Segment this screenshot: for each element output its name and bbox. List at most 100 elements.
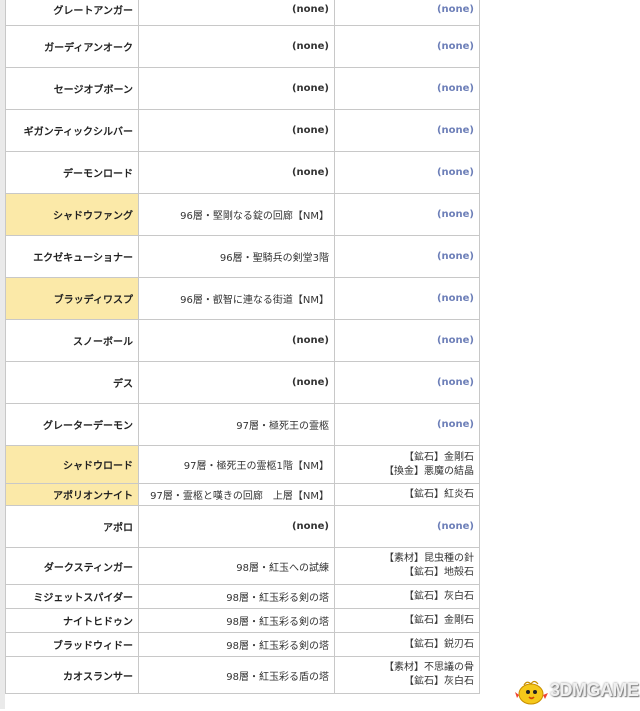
drop-cell: (none) [334,235,480,278]
drop-cell: 【鉱石】紅炎石 [334,483,480,506]
monster-name-cell: デーモンロード [5,151,139,194]
drop-item: 【鉱石】鋭刃石 [404,638,474,650]
drop-item: (none) [436,40,474,52]
drop-cell: (none) [334,151,480,194]
drop-cell: (none) [334,193,480,236]
monster-name-cell: ブラッディワスプ [5,277,139,320]
drop-cell: 【素材】昆虫種の針【鉱石】地殻石 [334,547,480,585]
drop-cell: (none) [334,109,480,152]
monster-name-cell: デス [5,361,139,404]
monster-name-cell: ギガンティックシルバー [5,109,139,152]
drop-cell: (none) [334,505,480,548]
table-row: ギガンティックシルバー (none) (none) [5,109,480,152]
drop-cell: (none) [334,277,480,320]
drop-item: 【素材】不思議の骨 [384,662,474,673]
drop-item: (none) [436,124,474,136]
drop-cell: (none) [334,361,480,404]
monster-name-cell: シャドウファング [5,193,139,236]
monster-name-cell: ナイトヒドゥン [5,608,139,633]
drop-cell: 【素材】不思議の骨【鉱石】灰白石 [334,656,480,694]
drop-item: 【鉱石】地殻石 [404,567,474,578]
drop-cell: 【鉱石】鋭刃石 [334,632,480,657]
table-row: ガーディアンオーク (none) (none) [5,25,480,68]
monster-name-cell: ダークスティンガー [5,547,139,585]
location-cell: 97層・極死王の霊柩 [138,403,335,446]
drop-item: (none) [436,250,474,262]
location-cell: (none) [138,109,335,152]
monster-name-cell: ガーディアンオーク [5,25,139,68]
page-margin-right [477,0,640,709]
monster-name-cell: グレーターデーモン [5,403,139,446]
location-cell: 97層・霊柩と嘆きの回廊 上層【NM】 [138,483,335,506]
table-row: ナイトヒドゥン 98層・紅玉彩る剣の塔 【鉱石】金剛石 [5,608,480,633]
table-row: ダークスティンガー 98層・紅玉への試練 【素材】昆虫種の針 【鉱石】地殻石 [5,547,480,585]
drop-cell: (none) [334,25,480,68]
table-row: エクゼキューショナー 96層・聖騎兵の剣堂3階 (none) [5,235,480,278]
monster-name-cell: シャドウロード [5,445,139,484]
drop-item: (none) [436,82,474,94]
drop-item: 【鉱石】紅炎石 [404,488,474,500]
monster-name-cell: ブラッドウィドー [5,632,139,657]
drop-cell: (none) [334,0,480,26]
location-cell: (none) [138,67,335,110]
drop-cell: 【鉱石】金剛石 [334,608,480,633]
monster-name-cell: エクゼキューショナー [5,235,139,278]
table-row: シャドウロード 97層・極死王の霊柩1階【NM】 【鉱石】金剛石 【換金】悪魔の結晶 [5,445,480,484]
drop-item: 【鉱石】灰白石 [404,590,474,602]
location-cell: (none) [138,25,335,68]
table-row: アポリオンナイト 97層・霊柩と嘆きの回廊 上層【NM】 【鉱石】紅炎石 [5,483,480,506]
location-cell: (none) [138,0,335,26]
drop-cell: (none) [334,403,480,446]
location-cell: (none) [138,319,335,362]
chick-logo-icon [514,675,550,707]
location-cell: (none) [138,361,335,404]
location-cell: 98層・紅玉彩る剣の塔 [138,584,335,609]
drop-item: (none) [436,292,474,304]
drop-item: (none) [436,166,474,178]
drop-item: 【鉱石】金剛石 [404,614,474,626]
location-cell: 98層・紅玉への試練 [138,547,335,585]
drop-item: (none) [436,376,474,388]
location-cell: 98層・紅玉彩る剣の塔 [138,632,335,657]
table-row: デーモンロード (none) (none) [5,151,480,194]
watermark: 3DMGAME [514,672,640,709]
table-row: ブラッディワスプ 96層・叡智に連なる街道【NM】 (none) [5,277,480,320]
drop-cell: 【鉱石】金剛石【換金】悪魔の結晶 [334,445,480,484]
table-row: ブラッドウィドー 98層・紅玉彩る剣の塔 【鉱石】鋭刃石 [5,632,480,657]
drop-item: 【鉱石】灰白石 [404,676,474,687]
location-cell: 96層・聖騎兵の剣堂3階 [138,235,335,278]
location-cell: (none) [138,151,335,194]
monster-name-cell: ミジェットスパイダー [5,584,139,609]
monster-name-cell: スノーボール [5,319,139,362]
table-row: グレーターデーモン 97層・極死王の霊柩 (none) [5,403,480,446]
location-cell: 96層・叡智に連なる街道【NM】 [138,277,335,320]
monster-name-cell: グレートアンガー [5,0,139,26]
drop-item: (none) [436,208,474,220]
location-cell: (none) [138,505,335,548]
drop-item: 【鉱石】金剛石 [404,451,474,463]
drop-item: (none) [436,334,474,346]
drop-item: (none) [436,3,474,15]
location-cell: 97層・極死王の霊柩1階【NM】 [138,445,335,484]
monster-name-cell: アポロ [5,505,139,548]
table-row: デス (none) (none) [5,361,480,404]
drop-item: (none) [436,520,474,532]
drop-item: 【素材】昆虫種の針 [384,553,474,564]
monster-table-body: グレートアンガー (none) (none) ガーディアンオーク (none) (none… [5,0,480,694]
drop-cell: (none) [334,319,480,362]
location-cell: 98層・紅玉彩る剣の塔 [138,608,335,633]
monster-name-cell: カオスランサー [5,656,139,694]
watermark-text: 3DMGAME [550,680,639,700]
table-row: ミジェットスパイダー 98層・紅玉彩る剣の塔 【鉱石】灰白石 [5,584,480,609]
monster-name-cell: セージオブボーン [5,67,139,110]
table-row: スノーボール (none) (none) [5,319,480,362]
drop-item: 【換金】悪魔の結晶 [384,465,474,477]
table-row: シャドウファング 96層・堅剛なる錠の回廊【NM】 (none) [5,193,480,236]
drop-cell: (none) [334,67,480,110]
table-row: グレートアンガー (none) (none) [5,0,480,26]
table-row: カオスランサー 98層・紅玉彩る盾の塔 【素材】不思議の骨 【鉱石】灰白石 [5,656,480,694]
monster-name-cell: アポリオンナイト [5,483,139,506]
drop-item: (none) [436,418,474,430]
table-row: アポロ (none) (none) [5,505,480,548]
monster-table: グレートアンガー (none) (none) ガーディアンオーク (none) (none… [5,0,480,694]
